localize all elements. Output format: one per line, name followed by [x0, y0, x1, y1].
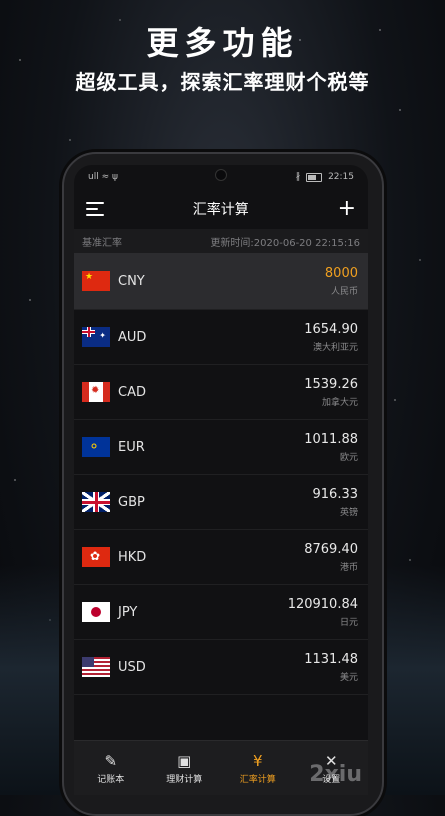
currency-name: 日元: [339, 617, 358, 628]
tab-label: 理财计算: [166, 774, 203, 785]
currency-amount: 1011.88: [304, 431, 358, 447]
eu-flag-icon: [82, 437, 110, 457]
currency-name: 加拿大元: [321, 397, 358, 408]
app-bar: 汇率计算 +: [74, 189, 368, 229]
currency-code: AUD: [118, 329, 147, 345]
currency-name: 欧元: [339, 452, 358, 463]
base-rate-bar: 基准汇率 更新时间:2020-06-20 22:15:16: [74, 229, 368, 253]
currency-row-aud[interactable]: AUD 1654.90 澳大利亚元: [74, 310, 368, 365]
tab-bookkeeping[interactable]: ✎ 记账本: [74, 741, 148, 795]
hk-flag-icon: [82, 547, 110, 567]
battery-icon: [306, 172, 323, 182]
currency-row-gbp[interactable]: GBP 916.33 英镑: [74, 475, 368, 530]
currency-row-cny[interactable]: CNY 8000 人民币: [74, 253, 368, 310]
tab-finance-calc[interactable]: ▣ 理财计算: [148, 741, 222, 795]
menu-icon[interactable]: [86, 202, 104, 216]
us-flag-icon: [82, 657, 110, 677]
app-screen: ull ≈ ψ ∦ 22:15 汇率计算 + 基准汇率 更新时间:2020-06…: [74, 165, 368, 795]
front-camera: [215, 169, 227, 181]
currency-amount: 1131.48: [304, 651, 358, 667]
tab-label: 记账本: [97, 774, 125, 785]
currency-code: HKD: [118, 549, 147, 565]
currency-row-usd[interactable]: USD 1131.48 美元: [74, 640, 368, 695]
base-rate-label: 基准汇率: [82, 237, 122, 249]
currency-code: EUR: [118, 439, 145, 455]
bottom-tab-bar: ✎ 记账本 ▣ 理财计算 ¥ 汇率计算 ✕ 设置 2xiu: [74, 740, 368, 795]
page-title: 汇率计算: [192, 202, 249, 218]
currency-row-eur[interactable]: EUR 1011.88 欧元: [74, 420, 368, 475]
currency-amount: 8769.40: [304, 541, 358, 557]
update-time: 更新时间:2020-06-20 22:15:16: [210, 237, 360, 249]
bluetooth-icon: ∦: [295, 172, 301, 182]
au-flag-icon: [82, 327, 110, 347]
ca-flag-icon: [82, 382, 110, 402]
signal-wifi-icon: ull ≈ ψ: [88, 172, 118, 182]
tab-exchange-calc[interactable]: ¥ 汇率计算: [221, 741, 295, 795]
currency-name: 人民币: [330, 286, 358, 297]
promo-headline: 更多功能: [146, 24, 299, 62]
yen-icon: ¥: [252, 751, 263, 770]
currency-code: CAD: [118, 384, 146, 400]
gb-flag-icon: [82, 492, 110, 512]
banknote-icon: ▣: [177, 751, 192, 770]
currency-name: 港币: [339, 562, 358, 573]
currency-name: 美元: [339, 672, 358, 683]
edit-icon: ✎: [104, 751, 118, 770]
currency-name: 澳大利亚元: [312, 342, 358, 353]
currency-code: USD: [118, 659, 146, 675]
currency-amount: 120910.84: [287, 596, 358, 612]
jp-flag-icon: [82, 602, 110, 622]
currency-row-hkd[interactable]: HKD 8769.40 港币: [74, 530, 368, 585]
status-time: 22:15: [328, 172, 354, 182]
cn-flag-icon: [82, 271, 110, 291]
currency-code: JPY: [118, 604, 138, 620]
watermark: 2xiu: [309, 762, 362, 787]
promo-subline: 超级工具，探索汇率理财个税等: [75, 70, 370, 94]
currency-code: CNY: [118, 273, 145, 289]
currency-amount: 1539.26: [304, 376, 358, 392]
currency-amount: 916.33: [312, 486, 359, 502]
currency-code: GBP: [118, 494, 145, 510]
currency-list: CNY 8000 人民币 AUD 1654.90 澳大利亚元 CAD 1539.…: [74, 253, 368, 695]
tab-label: 汇率计算: [239, 774, 276, 785]
currency-name: 英镑: [339, 507, 358, 518]
currency-row-jpy[interactable]: JPY 120910.84 日元: [74, 585, 368, 640]
currency-amount: 1654.90: [304, 321, 358, 337]
add-currency-button[interactable]: +: [338, 198, 356, 220]
currency-amount-input[interactable]: 8000: [325, 266, 358, 281]
currency-row-cad[interactable]: CAD 1539.26 加拿大元: [74, 365, 368, 420]
